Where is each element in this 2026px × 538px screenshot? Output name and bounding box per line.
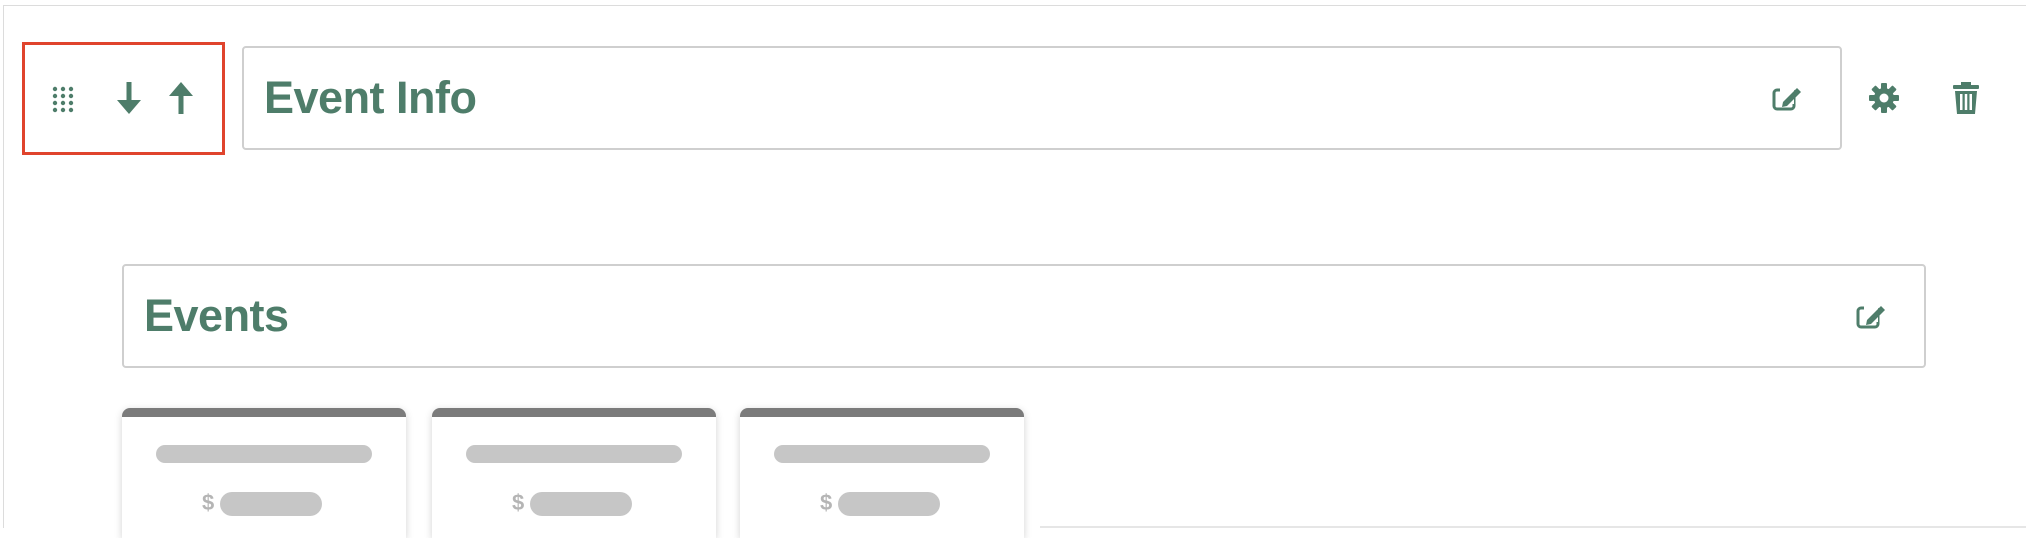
edit-events-title-button[interactable]	[1856, 302, 1888, 330]
card-title-placeholder	[774, 445, 990, 463]
card-price-placeholder	[530, 492, 632, 516]
currency-symbol: $	[820, 490, 833, 515]
delete-button[interactable]	[1952, 81, 1980, 115]
move-down-button[interactable]	[114, 80, 144, 116]
currency-symbol: $	[512, 490, 525, 515]
settings-button[interactable]	[1868, 82, 1900, 114]
event-card[interactable]: $	[740, 408, 1024, 538]
edit-pencil-icon	[1856, 304, 1885, 329]
card-title-placeholder	[156, 445, 372, 463]
card-price-placeholder	[220, 492, 322, 516]
currency-symbol: $	[202, 490, 215, 515]
card-top-bar	[432, 408, 716, 417]
move-up-button[interactable]	[166, 80, 196, 116]
trash-icon	[1953, 82, 1979, 114]
event-card[interactable]: $	[122, 408, 406, 538]
drag-grid-icon	[52, 86, 74, 113]
section-title: Event Info	[264, 72, 477, 123]
card-price-placeholder	[838, 492, 940, 516]
card-title-placeholder	[466, 445, 682, 463]
section-title-field[interactable]: Event Info	[242, 46, 1842, 150]
drag-handle[interactable]	[52, 86, 74, 114]
event-card[interactable]: $	[432, 408, 716, 538]
events-title-field[interactable]: Events	[122, 264, 1926, 368]
edit-section-title-button[interactable]	[1772, 84, 1804, 112]
edit-pencil-icon	[1772, 86, 1801, 111]
gear-icon	[1869, 83, 1899, 113]
arrow-down-icon	[117, 82, 141, 114]
card-top-bar	[740, 408, 1024, 417]
events-title: Events	[144, 290, 289, 341]
arrow-up-icon	[169, 82, 193, 114]
card-top-bar	[122, 408, 406, 417]
